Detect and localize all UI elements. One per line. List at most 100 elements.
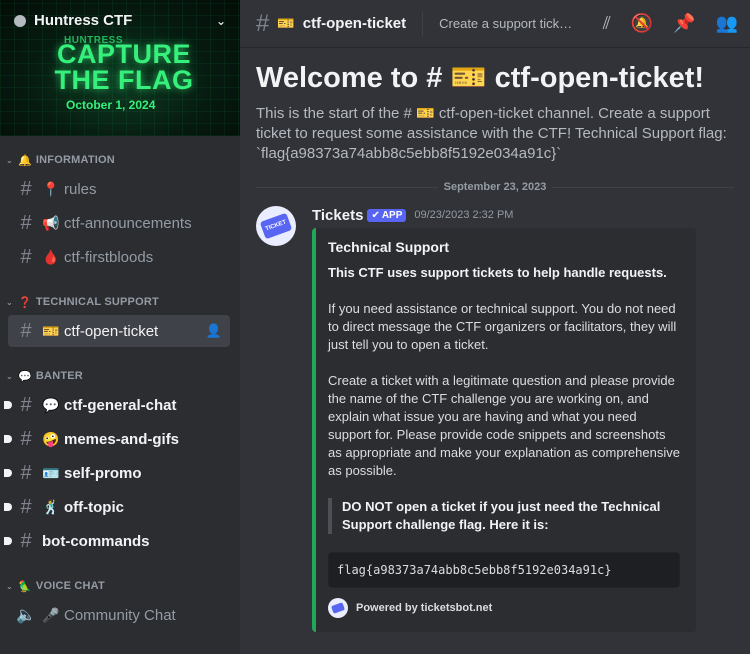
channel-topic[interactable]: Create a support ticket to request some … — [439, 16, 579, 31]
server-name: Huntress CTF — [34, 12, 133, 29]
channel-emoji: 🎫 — [42, 322, 60, 339]
channel-name: ctf-firstbloods — [64, 248, 154, 266]
server-icon — [14, 14, 26, 27]
threads-icon[interactable]: ⫽ — [603, 13, 611, 34]
hash-icon: # — [20, 177, 32, 200]
app-badge-label: APP — [381, 209, 403, 221]
category-information[interactable]: ⌄ 🔔 INFORMATION — [0, 151, 123, 169]
category-emoji: 💬 — [18, 370, 32, 383]
channel-name: off-topic — [64, 498, 124, 516]
embed-footer: Powered by ticketsbot.net — [328, 598, 680, 618]
channel-bot-commands[interactable]: # bot-commands — [4, 525, 230, 557]
channel-emoji: 🎫 — [277, 15, 295, 31]
embed-title: Technical Support — [328, 239, 450, 255]
message-header: Tickets ✔ APP 09/23/2023 2:32 PM — [312, 204, 734, 226]
channel-name: ctf-open-ticket — [64, 322, 159, 340]
welcome-heading: Welcome to # 🎫 ctf-open-ticket! — [256, 62, 705, 94]
channel-ctf-firstbloods[interactable]: # 🩸 ctf-firstbloods — [8, 241, 230, 273]
category-label: TECHNICAL SUPPORT — [35, 296, 159, 308]
embed-paragraph-1: If you need assistance or technical supp… — [328, 301, 677, 352]
hash-icon: # — [20, 529, 32, 552]
speaker-icon: 🔈 — [16, 607, 36, 624]
embed-paragraph-2: Create a ticket with a legitimate questi… — [328, 373, 680, 478]
discord-app: Huntress CTF ⌄ HUNTRESS CAPTURE THE FLAG… — [0, 0, 750, 654]
unread-indicator — [4, 469, 12, 477]
category-voice-chat[interactable]: ⌄ 🦜 VOICE CHAT — [0, 577, 113, 595]
category-emoji: 🦜 — [18, 580, 32, 593]
channel-ctf-open-ticket[interactable]: # 🎫 ctf-open-ticket 👤 — [8, 315, 230, 347]
hash-icon: # — [20, 245, 32, 268]
voice-channel-community-chat[interactable]: 🔈 🎤 Community Chat — [8, 599, 230, 631]
channel-memes-and-gifs[interactable]: # 🤪 memes-and-gifs — [4, 423, 230, 455]
chevron-down-icon: ⌄ — [6, 371, 13, 381]
hash-icon: # — [20, 461, 32, 484]
channel-emoji: 🎤 — [42, 606, 60, 623]
ticket-icon: TICKET — [259, 212, 293, 240]
embed-description: This CTF uses support tickets to help ha… — [328, 264, 680, 588]
check-icon: ✔ — [371, 209, 380, 221]
banner-title: CAPTURE THE FLAG — [54, 39, 194, 95]
pin-icon[interactable]: 📌 — [673, 13, 695, 34]
avatar[interactable]: TICKET — [256, 206, 296, 246]
channel-name: ctf-announcements — [64, 214, 192, 232]
channel-off-topic[interactable]: # 🕺 off-topic — [4, 491, 230, 523]
channel-title: ctf-open-ticket — [302, 15, 407, 32]
channel-emoji: 💬 — [42, 396, 60, 413]
category-banter[interactable]: ⌄ 💬 BANTER — [0, 367, 91, 385]
header-toolbar: ⫽ 🔕 📌 👥 — [603, 13, 738, 34]
channel-sidebar: Huntress CTF ⌄ HUNTRESS CAPTURE THE FLAG… — [0, 0, 240, 654]
add-member-icon[interactable]: 👤 — [206, 323, 222, 339]
category-label: INFORMATION — [35, 154, 115, 166]
channel-ctf-general-chat[interactable]: # 💬 ctf-general-chat — [4, 389, 230, 421]
category-label: BANTER — [35, 370, 83, 382]
unread-indicator — [4, 503, 12, 511]
embed-footer-text: Powered by ticketsbot.net — [356, 602, 493, 614]
channel-name: Community Chat — [64, 606, 176, 624]
channel-emoji: 📢 — [42, 214, 60, 231]
hash-icon: # — [20, 495, 32, 518]
banner-date: October 1, 2024 — [66, 98, 156, 112]
channel-name: memes-and-gifs — [64, 430, 180, 448]
channel-emoji: 🪪 — [42, 464, 60, 481]
channel-ctf-announcements[interactable]: # 📢 ctf-announcements — [8, 207, 230, 239]
message-embed: Technical Support This CTF uses support … — [312, 228, 696, 632]
chat-area: # 🎫 ctf-open-ticket Create a support tic… — [240, 0, 750, 654]
member-list-icon[interactable]: 👥 — [716, 13, 738, 34]
hash-icon: # — [20, 393, 32, 416]
channel-header: # 🎫 ctf-open-ticket Create a support tic… — [240, 0, 750, 48]
chevron-down-icon: ⌄ — [6, 581, 13, 591]
message-author[interactable]: Tickets — [312, 207, 363, 224]
channel-emoji: 🩸 — [42, 248, 60, 265]
channel-self-promo[interactable]: # 🪪 self-promo — [4, 457, 230, 489]
ticketsbot-icon — [328, 598, 348, 618]
app-badge: ✔ APP — [367, 208, 407, 222]
message-timestamp: 09/23/2023 2:32 PM — [414, 209, 514, 221]
message[interactable]: TICKET Tickets ✔ APP 09/23/2023 2:32 PM T… — [240, 194, 750, 632]
channel-name: bot-commands — [42, 532, 150, 550]
date-divider: September 23, 2023 — [256, 180, 734, 194]
server-banner[interactable]: Huntress CTF ⌄ HUNTRESS CAPTURE THE FLAG… — [0, 0, 240, 136]
hash-icon: # — [20, 319, 32, 342]
channel-emoji: 📍 — [42, 180, 60, 197]
hash-icon: # — [256, 9, 270, 37]
embed-blockquote: DO NOT open a ticket if you just need th… — [328, 498, 680, 534]
unread-indicator — [4, 435, 12, 443]
chevron-down-icon: ⌄ — [6, 297, 13, 307]
channel-emoji: 🤪 — [42, 430, 60, 447]
chevron-down-icon: ⌄ — [6, 155, 13, 165]
chevron-down-icon[interactable]: ⌄ — [216, 14, 226, 28]
channel-emoji: 🕺 — [42, 498, 60, 515]
embed-bold-line: This CTF uses support tickets to help ha… — [328, 265, 667, 280]
date-divider-label: September 23, 2023 — [437, 181, 553, 193]
unread-indicator — [4, 537, 12, 545]
channel-rules[interactable]: # 📍 rules — [8, 173, 230, 205]
notification-settings-icon[interactable]: 🔕 — [631, 13, 653, 34]
category-emoji: 🔔 — [18, 154, 32, 167]
server-header[interactable]: Huntress CTF ⌄ — [14, 12, 226, 29]
category-label: VOICE CHAT — [35, 580, 105, 592]
channel-welcome: Welcome to # 🎫 ctf-open-ticket! This is … — [240, 48, 750, 164]
flag-codeblock[interactable]: flag{a98373a74abb8c5ebb8f5192e034a91c} — [328, 552, 680, 588]
channel-name: rules — [64, 180, 97, 198]
channel-name: ctf-general-chat — [64, 396, 177, 414]
category-technical-support[interactable]: ⌄ ❓ TECHNICAL SUPPORT — [0, 293, 167, 311]
